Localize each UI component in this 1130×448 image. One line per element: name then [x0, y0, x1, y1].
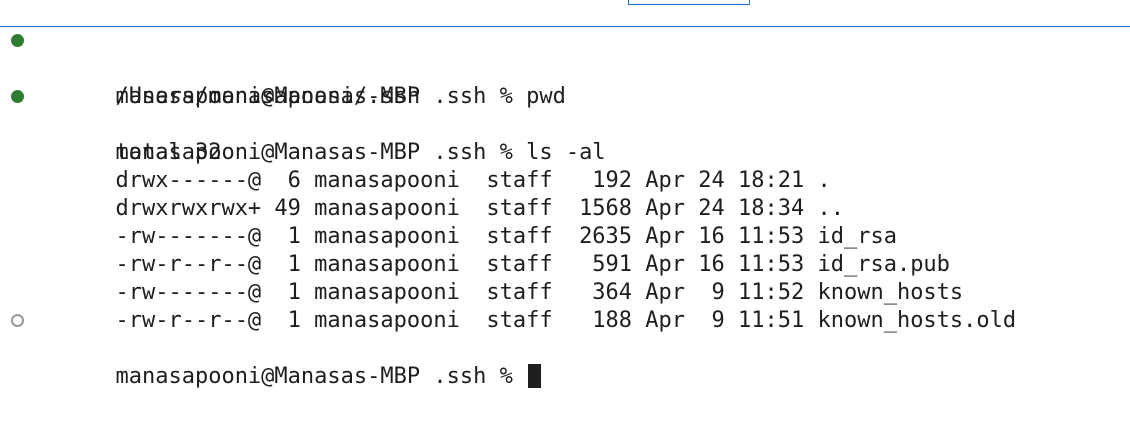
- ls-row: drwx------@ 6 manasapooni staff 192 Apr …: [0, 139, 1130, 193]
- terminal-output[interactable]: manasapooni@Manasas-MBP .ssh % pwd /User…: [0, 27, 1130, 389]
- output-line: total 32: [0, 111, 1130, 165]
- ls-row: drwxrwxrwx+ 49 manasapooni staff 1568 Ap…: [0, 167, 1130, 221]
- command-pending-decoration-icon[interactable]: [11, 314, 24, 327]
- command-line-pwd: manasapooni@Manasas-MBP .ssh % pwd: [0, 27, 1130, 109]
- panel-tab-outline: [628, 0, 750, 5]
- ls-row: -rw-r--r--@ 1 manasapooni staff 188 Apr …: [0, 279, 1130, 333]
- current-prompt-line[interactable]: manasapooni@Manasas-MBP .ssh %: [0, 307, 1130, 389]
- ls-row: -rw-r--r--@ 1 manasapooni staff 591 Apr …: [0, 223, 1130, 277]
- command-success-decoration-icon[interactable]: [11, 34, 24, 47]
- output-line: /Users/manasapooni/.ssh: [0, 55, 1130, 109]
- terminal-window: manasapooni@Manasas-MBP .ssh % pwd /User…: [0, 0, 1130, 448]
- terminal-cursor: [528, 364, 542, 388]
- ls-row: -rw-------@ 1 manasapooni staff 364 Apr …: [0, 251, 1130, 305]
- command-success-decoration-icon[interactable]: [11, 90, 24, 103]
- command-line-ls: manasapooni@Manasas-MBP .ssh % ls -al: [0, 83, 1130, 165]
- prompt-text: manasapooni@Manasas-MBP .ssh %: [115, 364, 527, 389]
- ls-row: -rw-------@ 1 manasapooni staff 2635 Apr…: [0, 195, 1130, 249]
